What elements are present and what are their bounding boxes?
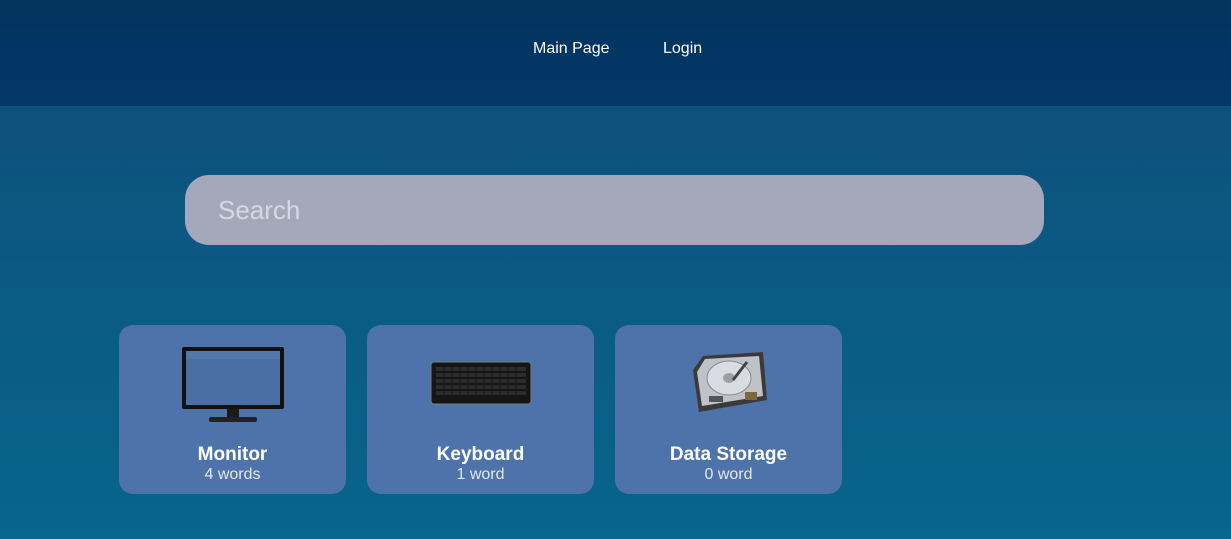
- top-navigation-bar: Main Page Login: [0, 0, 1231, 106]
- category-word-count: 1 word: [456, 466, 505, 483]
- nav-login-link[interactable]: Login: [663, 40, 702, 58]
- search-input[interactable]: [185, 175, 1044, 245]
- nav-main-page-link[interactable]: Main Page: [533, 40, 610, 58]
- search-bar: [185, 175, 1044, 245]
- monitor-icon: [181, 347, 284, 422]
- hard-drive-icon: [692, 352, 767, 412]
- category-card-data-storage[interactable]: Data Storage 0 word: [615, 325, 842, 494]
- category-card-monitor[interactable]: Monitor 4 words: [119, 325, 346, 494]
- category-title: Data Storage: [669, 444, 788, 465]
- category-word-count: 0 word: [704, 466, 753, 483]
- category-title: Monitor: [197, 444, 268, 465]
- category-title: Keyboard: [436, 444, 525, 465]
- category-word-count: 4 words: [204, 466, 261, 483]
- keyboard-icon: [430, 361, 531, 405]
- category-card-keyboard[interactable]: Keyboard 1 word: [367, 325, 594, 494]
